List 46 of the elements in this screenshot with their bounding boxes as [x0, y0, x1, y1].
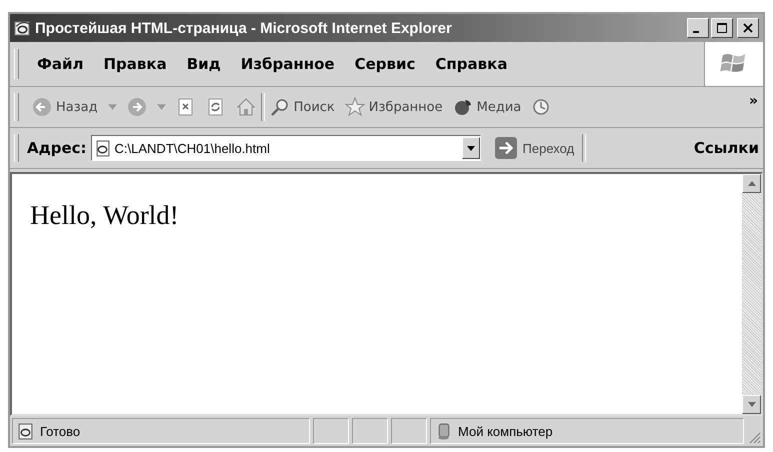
star-icon	[344, 97, 365, 117]
dropdown-button[interactable]	[462, 137, 480, 159]
address-field[interactable]: C:\LANDT\CH01\hello.html	[90, 135, 481, 161]
address-label: Адрес:	[27, 139, 87, 157]
menu-item[interactable]: Справка	[425, 55, 518, 73]
minimize-button[interactable]	[687, 18, 709, 38]
caret-icon	[466, 146, 475, 150]
menu-item[interactable]: Вид	[176, 55, 231, 73]
down-arrow-icon	[748, 402, 756, 407]
favorites-button[interactable]: Избранное	[340, 97, 448, 117]
media-button[interactable]: Медиа	[448, 97, 526, 117]
dropdown-icon	[108, 104, 117, 110]
more-button[interactable]: »	[744, 93, 763, 109]
resize-grip-icon[interactable]	[747, 430, 761, 444]
page-text: Hello, World!	[30, 200, 180, 231]
dropdown-icon	[156, 104, 166, 110]
maximize-icon	[717, 23, 727, 33]
scroll-down-button[interactable]	[742, 395, 761, 414]
zone-text: Мой компьютер	[458, 424, 553, 438]
status-text: Готово	[40, 424, 80, 438]
close-button[interactable]	[737, 18, 759, 38]
links-button[interactable]: Ссылки	[690, 139, 763, 157]
home-icon	[236, 97, 256, 117]
browser-icon	[14, 20, 31, 36]
minimize-icon	[693, 31, 699, 33]
menu-item[interactable]: Правка	[94, 55, 177, 73]
close-icon	[743, 23, 753, 33]
scroll-up-button[interactable]	[742, 174, 761, 193]
media-icon	[452, 97, 473, 117]
history-icon	[531, 97, 552, 117]
status-panel	[352, 418, 388, 444]
status-panel	[391, 418, 427, 444]
menu-item[interactable]: Избранное	[230, 55, 345, 73]
page-icon	[17, 422, 34, 440]
search-button[interactable]: Поиск	[264, 97, 340, 117]
up-arrow-icon	[748, 181, 756, 186]
go-button[interactable]: Переход	[490, 137, 578, 159]
menu-item[interactable]: Файл	[27, 55, 94, 73]
status-panel	[313, 418, 349, 444]
search-icon	[270, 97, 290, 117]
menu-item[interactable]: Сервис	[344, 55, 426, 73]
scrollbar[interactable]	[742, 174, 761, 414]
page-icon	[94, 140, 111, 156]
maximize-button[interactable]	[711, 18, 733, 38]
window-title: Простейшая HTML-страница - Microsoft Internet Explorer	[35, 20, 453, 36]
back-button[interactable]: Назад	[27, 97, 122, 117]
